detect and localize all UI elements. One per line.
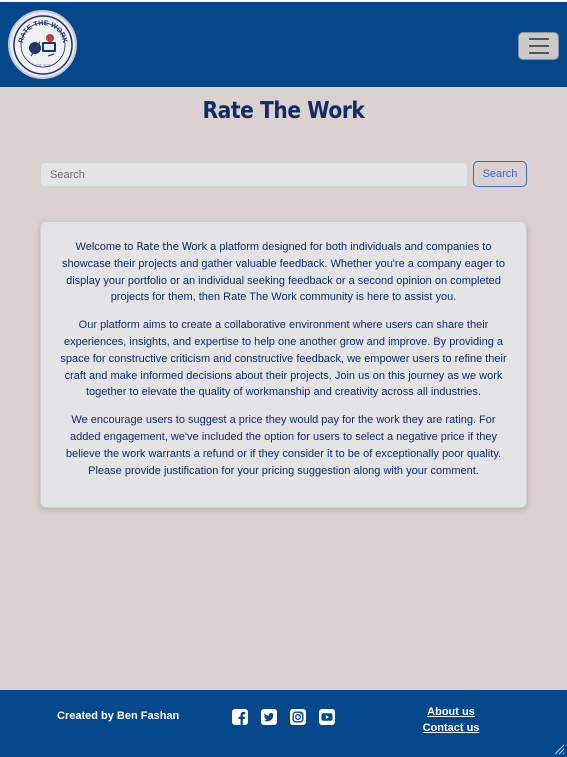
search-input[interactable] <box>40 162 468 187</box>
footer-credit: Created by Ben Fashan <box>57 710 180 722</box>
facebook-icon[interactable] <box>232 709 248 725</box>
intro-paragraph-1: Welcome to Rate the Work a platform desi… <box>62 241 505 304</box>
about-us-link[interactable]: About us <box>420 704 482 720</box>
intro-card: Welcome to Rate the Work a platform desi… <box>40 221 527 508</box>
intro-paragraph-2: Our platform aims to create a collaborat… <box>60 319 507 399</box>
rate-the-work-logo-icon: RATE THE WORK EST. 2023 <box>12 14 73 75</box>
contact-us-link[interactable]: Contact us <box>420 720 482 736</box>
site-header: RATE THE WORK EST. 2023 <box>0 2 567 87</box>
logo-subtext: EST. 2023 <box>34 64 50 68</box>
resize-handle-icon[interactable] <box>553 743 565 755</box>
search-button[interactable]: Search <box>473 161 527 187</box>
social-links <box>232 709 335 725</box>
instagram-icon[interactable] <box>290 709 306 725</box>
twitter-icon[interactable] <box>261 709 277 725</box>
footer-links: About us Contact us <box>420 704 482 736</box>
page-title: Rate The Work <box>202 98 365 124</box>
menu-toggle-button[interactable] <box>518 32 559 60</box>
intro-paragraph-3: We encourage users to suggest a price th… <box>65 414 502 477</box>
brand-inline-name: Rate the Work <box>136 241 208 253</box>
hamburger-icon <box>528 38 549 40</box>
site-footer: Created by Ben Fashan About us Contact u… <box>0 690 567 757</box>
site-logo[interactable]: RATE THE WORK EST. 2023 <box>8 10 77 79</box>
youtube-icon[interactable] <box>319 709 335 725</box>
